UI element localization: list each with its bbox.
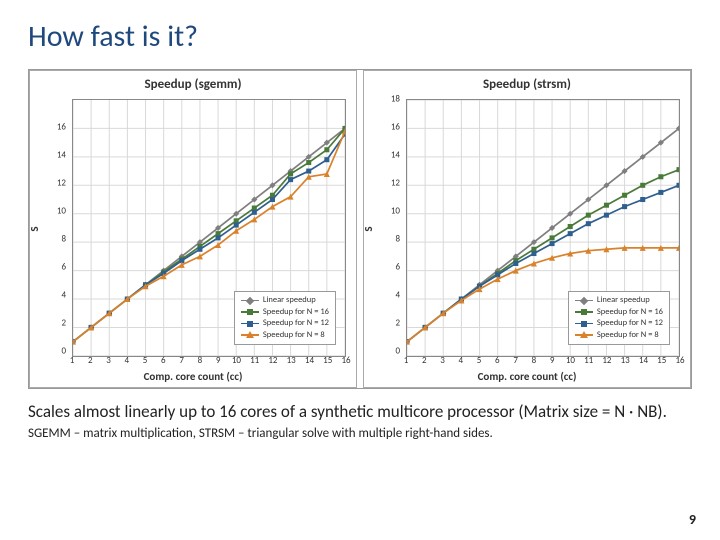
legend-item: Speedup for N = 8 xyxy=(241,330,329,341)
x-axis-label: Comp. core count (cc) xyxy=(364,370,690,383)
x-axis-label: Comp. core count (cc) xyxy=(30,370,356,383)
legend-item: Speedup for N = 12 xyxy=(575,318,663,329)
legend-marker-icon xyxy=(575,331,593,339)
legend-label: Speedup for N = 12 xyxy=(597,318,663,329)
chart-title: Speedup (sgemm) xyxy=(30,71,356,94)
y-ticks: 0246810121416 xyxy=(30,99,70,351)
page-number: 9 xyxy=(689,511,696,528)
legend-marker-icon xyxy=(241,320,259,328)
legend: Linear speedupSpeedup for N = 16Speedup … xyxy=(234,291,336,345)
legend-label: Speedup for N = 16 xyxy=(263,307,329,318)
legend-item: Linear speedup xyxy=(241,295,329,306)
legend-marker-icon xyxy=(575,308,593,316)
legend-label: Speedup for N = 16 xyxy=(597,307,663,318)
legend-label: Speedup for N = 8 xyxy=(263,330,325,341)
legend-item: Linear speedup xyxy=(575,295,663,306)
chart-strsm: Speedup (strsm)SComp. core count (cc)Lin… xyxy=(363,70,691,388)
x-ticks: 12345678910111213141516 xyxy=(72,355,346,367)
legend-marker-icon xyxy=(575,320,593,328)
legend-marker-icon xyxy=(241,331,259,339)
legend-item: Speedup for N = 16 xyxy=(575,307,663,318)
legend-item: Speedup for N = 16 xyxy=(241,307,329,318)
charts-row: Speedup (sgemm)SComp. core count (cc)Lin… xyxy=(28,69,692,389)
legend-label: Linear speedup xyxy=(263,295,316,306)
legend-marker-icon xyxy=(575,297,593,305)
y-ticks: 024681012141618 xyxy=(364,99,404,351)
chart-title: Speedup (strsm) xyxy=(364,71,690,94)
plot-area: Linear speedupSpeedup for N = 16Speedup … xyxy=(72,99,346,351)
body-text-2: SGEMM – matrix multiplication, STRSM – t… xyxy=(28,426,692,441)
legend-label: Speedup for N = 12 xyxy=(263,318,329,329)
body-text-1: Scales almost linearly up to 16 cores of… xyxy=(28,401,692,422)
x-ticks: 12345678910111213141516 xyxy=(406,355,680,367)
legend-item: Speedup for N = 8 xyxy=(575,330,663,341)
legend-label: Linear speedup xyxy=(597,295,650,306)
plot-area: Linear speedupSpeedup for N = 16Speedup … xyxy=(406,99,680,351)
legend-marker-icon xyxy=(241,308,259,316)
chart-sgemm: Speedup (sgemm)SComp. core count (cc)Lin… xyxy=(29,70,357,388)
legend-marker-icon xyxy=(241,297,259,305)
slide: How fast is it? Speedup (sgemm)SComp. co… xyxy=(0,0,720,540)
slide-title: How fast is it? xyxy=(28,18,692,55)
legend: Linear speedupSpeedup for N = 16Speedup … xyxy=(568,291,670,345)
legend-label: Speedup for N = 8 xyxy=(597,330,659,341)
legend-item: Speedup for N = 12 xyxy=(241,318,329,329)
